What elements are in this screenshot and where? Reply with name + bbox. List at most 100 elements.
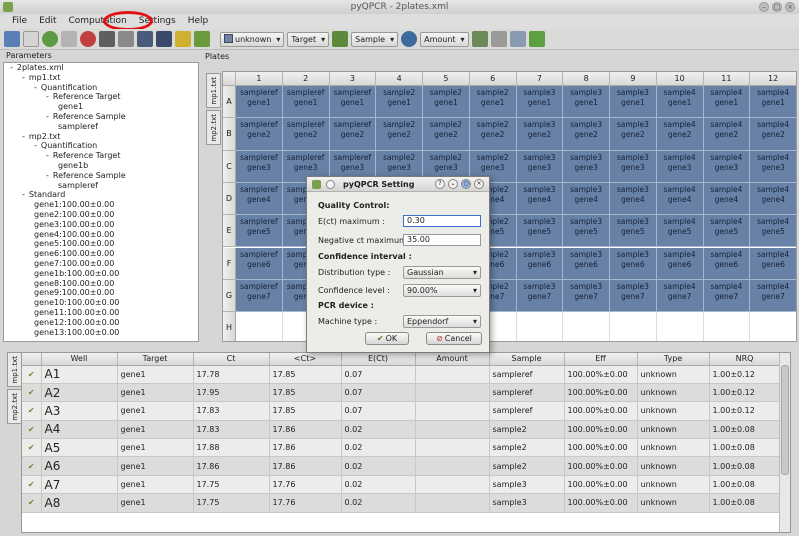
menu-edit[interactable]: Edit bbox=[33, 14, 62, 29]
plate-well[interactable]: sample4 gene7 bbox=[656, 279, 704, 313]
parameters-tree[interactable]: -2plates.xml - mp1.txt - Quantification - Refe… bbox=[3, 62, 199, 342]
tree-node[interactable]: - mp2.txt bbox=[4, 132, 198, 142]
table-header-cell[interactable]: Ct bbox=[193, 353, 270, 366]
plate-well[interactable]: sample3 gene4 bbox=[610, 182, 657, 216]
tree-node[interactable]: gene11:100.00±0.00 bbox=[4, 308, 198, 318]
plate-well[interactable]: sample4 gene5 bbox=[750, 215, 796, 248]
tree-node[interactable]: -2plates.xml bbox=[4, 63, 198, 73]
edit-icon[interactable] bbox=[61, 31, 77, 47]
plate-well[interactable]: samplerefgene5 bbox=[236, 215, 283, 248]
help-icon[interactable]: ? bbox=[435, 179, 445, 189]
plate-well[interactable]: sample2 gene1 bbox=[423, 86, 470, 119]
plate-well[interactable]: sample4 gene2 bbox=[656, 118, 704, 151]
plate-well[interactable]: sample2 gene2 bbox=[423, 118, 470, 151]
tree-node[interactable]: - Reference Sample bbox=[4, 112, 198, 122]
table-header-cell[interactable]: Type bbox=[637, 353, 710, 366]
save-icon[interactable] bbox=[137, 31, 153, 47]
plate-well[interactable] bbox=[236, 312, 283, 341]
plate-well[interactable]: sample4 gene4 bbox=[750, 182, 796, 216]
plate-well[interactable]: sample3 gene7 bbox=[516, 279, 564, 313]
plate-well[interactable]: sample4 gene4 bbox=[656, 182, 704, 216]
machine-type-select[interactable]: Eppendorf bbox=[403, 315, 481, 328]
table-row[interactable]: ✔ A1 gene1 17.78 17.85 0.07 sampleref 100.00%±0… bbox=[22, 365, 781, 384]
tree-collapse-icon[interactable]: - bbox=[22, 73, 25, 82]
plate-well[interactable]: sample4 gene5 bbox=[656, 215, 704, 248]
plate-well[interactable]: sample2 gene1 bbox=[376, 86, 423, 119]
maximize-icon[interactable]: □ bbox=[772, 2, 782, 12]
plate-well[interactable]: sample4 gene2 bbox=[703, 118, 751, 151]
plate-well[interactable]: sample4 gene2 bbox=[750, 118, 796, 151]
cut-icon[interactable] bbox=[118, 31, 134, 47]
tree-node[interactable]: gene13:100.00±0.00 bbox=[4, 328, 198, 338]
tree-node[interactable]: - Reference Target bbox=[4, 92, 198, 102]
table-row[interactable]: ✔ A7 gene1 17.75 17.76 0.02 sample3 100.00%±0.0… bbox=[22, 475, 781, 495]
table-header-cell[interactable]: Eff bbox=[564, 353, 638, 366]
plate-well[interactable]: sampleref gene2 bbox=[329, 118, 377, 151]
table-header-cell[interactable] bbox=[22, 353, 42, 366]
plate-well[interactable]: sample4 gene7 bbox=[750, 279, 796, 313]
table-header-cell[interactable]: Amount bbox=[415, 353, 490, 366]
plate-well[interactable]: sample4 gene3 bbox=[656, 150, 704, 183]
table-tab-mp2[interactable]: mp2.txt bbox=[7, 389, 22, 424]
tree-node[interactable]: gene3:100.00±0.00 bbox=[4, 220, 198, 230]
tree-node[interactable]: gene9:100.00±0.00 bbox=[4, 288, 198, 298]
add-icon[interactable] bbox=[42, 31, 58, 47]
table-row[interactable]: ✔ A2 gene1 17.95 17.85 0.07 sampleref 100.00%±0… bbox=[22, 383, 781, 403]
table-header-cell[interactable]: Well bbox=[41, 353, 118, 366]
save-as-icon[interactable] bbox=[156, 31, 172, 47]
plate-well[interactable]: sampleref gene1 bbox=[282, 86, 330, 119]
cancel-button[interactable]: ⊘ Cancel bbox=[426, 332, 482, 345]
tree-collapse-icon[interactable]: - bbox=[10, 63, 13, 72]
dialog-maximize-icon[interactable]: ○ bbox=[461, 179, 471, 189]
tree-node[interactable]: gene7:100.00±0.00 bbox=[4, 259, 198, 269]
plate-well[interactable]: sample3 gene1 bbox=[563, 86, 610, 119]
plate-well[interactable]: sample4 gene4 bbox=[703, 182, 751, 216]
plate-tab-mp1[interactable]: mp1.txt bbox=[206, 73, 221, 108]
delete-icon[interactable] bbox=[80, 31, 96, 47]
add-sample-icon[interactable] bbox=[401, 31, 418, 47]
plate-well[interactable]: sample3 gene3 bbox=[610, 150, 657, 183]
tree-node[interactable]: gene1b:100.00±0.00 bbox=[4, 269, 198, 279]
plate-well[interactable]: sample3 gene4 bbox=[516, 182, 564, 216]
new-file-icon[interactable] bbox=[4, 31, 20, 47]
table-header-cell[interactable]: <Ct> bbox=[269, 353, 342, 366]
dialog-close-icon[interactable]: × bbox=[474, 179, 484, 189]
plate-well[interactable]: sample3 gene2 bbox=[610, 118, 657, 151]
plate-well[interactable]: sample3 gene3 bbox=[516, 150, 564, 183]
tools-icon[interactable] bbox=[471, 31, 488, 47]
check-icon[interactable]: ✔ bbox=[22, 438, 42, 458]
menu-file[interactable]: File bbox=[6, 14, 33, 29]
tree-collapse-icon[interactable]: - bbox=[22, 132, 25, 141]
plate-well[interactable]: sample2 gene1 bbox=[469, 86, 517, 119]
print-icon[interactable] bbox=[99, 31, 115, 47]
tree-node[interactable]: gene6:100.00±0.00 bbox=[4, 249, 198, 259]
plate-well[interactable]: sample3 gene7 bbox=[563, 279, 610, 313]
plate-well[interactable]: sampleref gene2 bbox=[282, 118, 330, 151]
plate-well[interactable]: sample4 gene3 bbox=[703, 150, 751, 183]
plate-well[interactable]: sample4 gene3 bbox=[750, 150, 796, 183]
ect-max-input[interactable]: 0.30 bbox=[403, 215, 481, 227]
menu-computation[interactable]: Computation bbox=[63, 14, 133, 29]
plate-well[interactable]: sampleref gene3 bbox=[236, 150, 283, 183]
plate-well[interactable]: samplerefgene7 bbox=[236, 279, 283, 313]
plate-well[interactable]: sample4 gene1 bbox=[703, 86, 751, 119]
tree-node[interactable]: - Quantification bbox=[4, 83, 198, 93]
check-icon[interactable]: ✔ bbox=[22, 493, 42, 513]
plate-well[interactable]: sample3 gene6 bbox=[610, 247, 657, 280]
tree-node[interactable]: gene2:100.00±0.00 bbox=[4, 210, 198, 220]
plate-well[interactable] bbox=[563, 312, 610, 341]
plate-well[interactable]: sample2 gene2 bbox=[376, 118, 423, 151]
table-row[interactable]: ✔ A8 gene1 17.75 17.76 0.02 sample3 100.00%±0.0… bbox=[22, 493, 781, 513]
plate-well[interactable]: sample4 gene5 bbox=[703, 215, 751, 248]
plate-well[interactable]: sample3 gene2 bbox=[563, 118, 610, 151]
plate-well[interactable]: sample4 gene1 bbox=[750, 86, 796, 119]
add-target-icon[interactable] bbox=[332, 31, 349, 47]
plate-well[interactable]: sample3 gene7 bbox=[610, 279, 657, 313]
plate-well[interactable]: sample3 gene3 bbox=[563, 150, 610, 183]
check-icon[interactable]: ✔ bbox=[22, 401, 42, 421]
plate-well[interactable] bbox=[656, 312, 704, 341]
tree-node[interactable]: - Reference Target bbox=[4, 151, 198, 161]
table-header-cell[interactable]: E(Ct) bbox=[341, 353, 416, 366]
undo-icon[interactable] bbox=[175, 31, 191, 47]
plate-well[interactable]: sample3 gene5 bbox=[610, 215, 657, 248]
